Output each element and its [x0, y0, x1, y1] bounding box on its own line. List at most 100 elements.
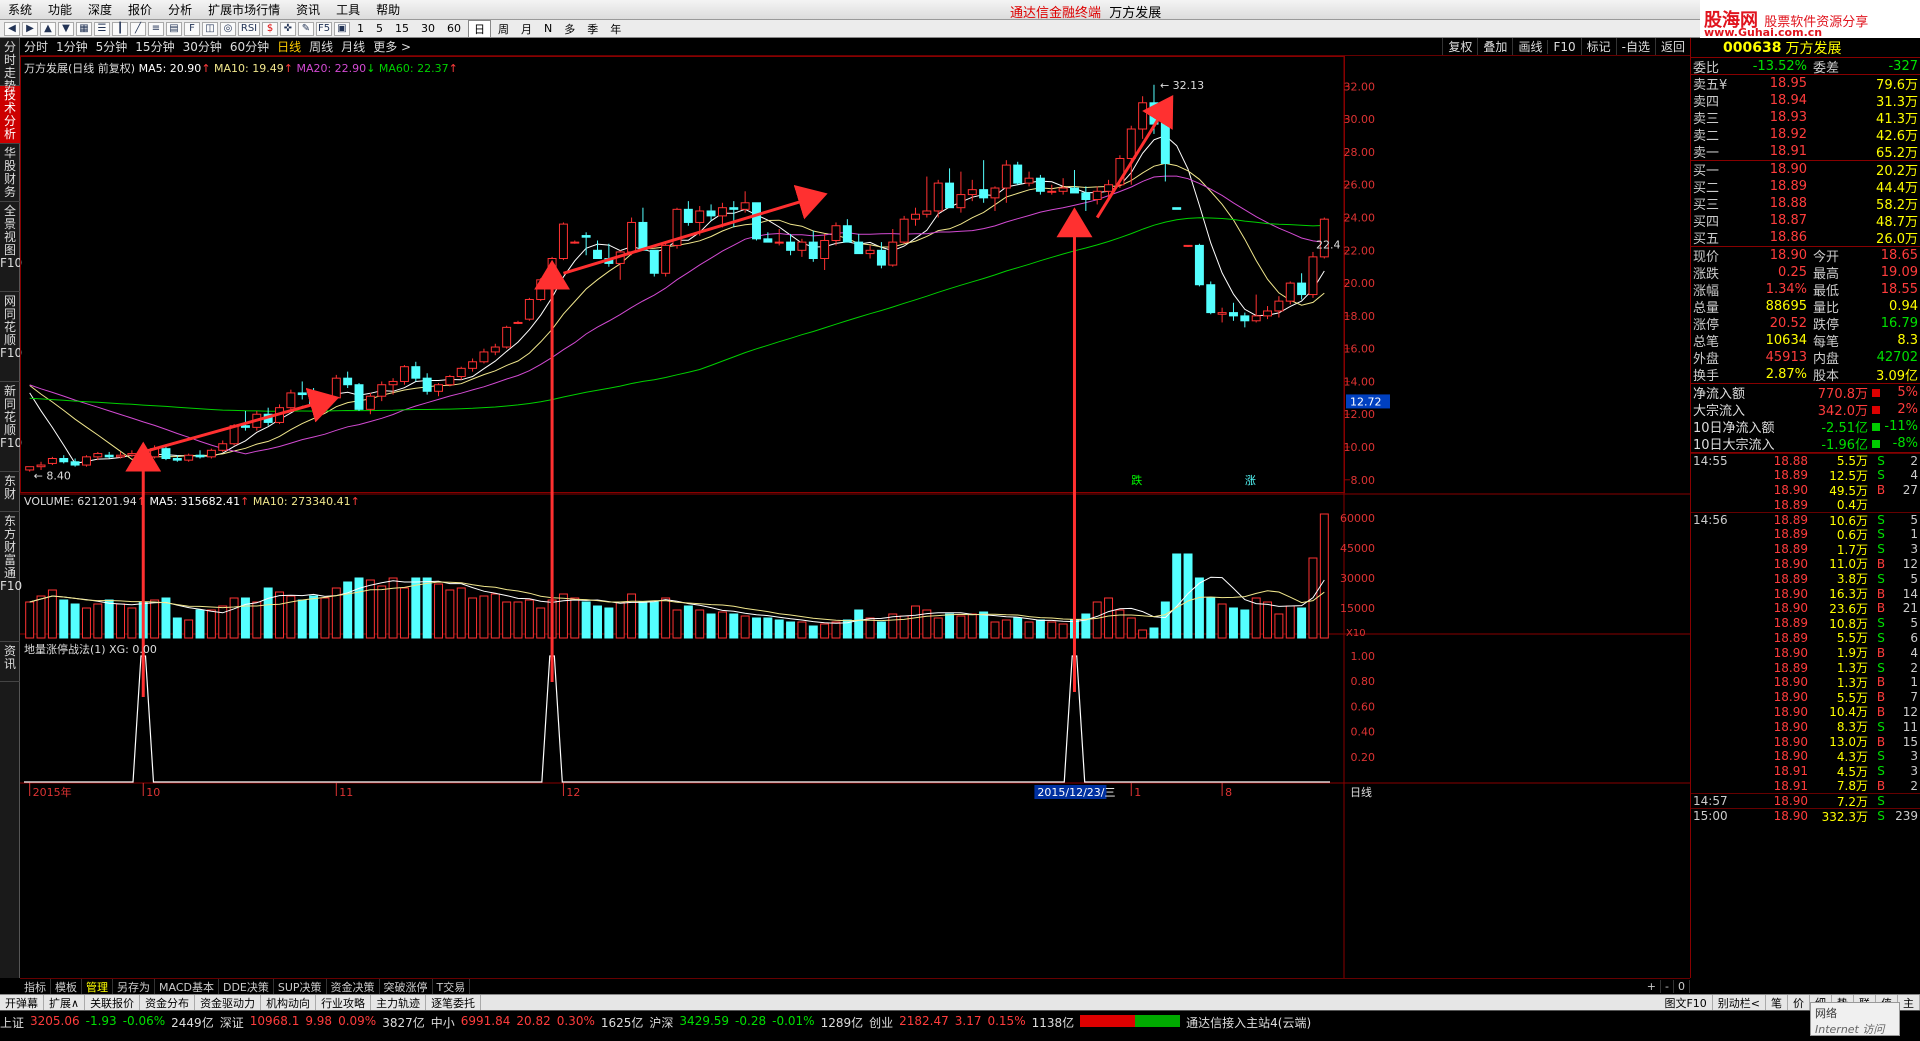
tab-weekly[interactable]: 周线: [305, 38, 337, 55]
tab-danmu[interactable]: 开弹幕: [0, 994, 44, 1011]
back-icon[interactable]: ◀: [4, 21, 20, 36]
nav-dc[interactable]: 东财: [0, 472, 20, 512]
tab-more[interactable]: 更多 >: [369, 38, 415, 55]
nav-panorama[interactable]: 全景视图F10: [0, 202, 22, 292]
chart-area[interactable]: 32.00 30.00 28.00 26.00 24.00 22.00 20.00 18.00…: [20, 56, 1690, 978]
rsi-icon[interactable]: RSI: [238, 21, 260, 36]
bid-row[interactable]: 买五 18.86 26.0万: [1691, 229, 1920, 247]
tab-pen[interactable]: 笔: [1766, 994, 1788, 1011]
nav-finance[interactable]: 华股财务: [0, 144, 20, 202]
tab-15min[interactable]: 15分钟: [131, 38, 178, 55]
grid-icon[interactable]: ▦: [76, 21, 92, 36]
btab-breakout[interactable]: 突破涨停: [380, 978, 433, 995]
tab-main[interactable]: 主: [1898, 994, 1920, 1011]
menu-item-ext-market[interactable]: 扩展市场行情: [200, 1, 288, 18]
nav-ths[interactable]: 网同花顺F10: [0, 292, 22, 382]
btab-t[interactable]: T交易: [433, 978, 471, 995]
hs-label[interactable]: 沪深: [649, 1014, 673, 1031]
table-icon[interactable]: ☰: [94, 21, 110, 36]
zoom-out-icon[interactable]: -: [1661, 980, 1674, 993]
indicator-icon[interactable]: ◎: [220, 21, 236, 36]
menu-item-quote[interactable]: 报价: [120, 1, 160, 18]
server-status[interactable]: 通达信接入主站4(云端): [1186, 1014, 1311, 1031]
tab-related[interactable]: 关联报价: [85, 994, 141, 1011]
menu-item-news[interactable]: 资讯: [288, 1, 328, 18]
draw-button[interactable]: 画线: [1512, 38, 1547, 55]
adjust-button[interactable]: 复权: [1442, 38, 1477, 55]
sz-label[interactable]: 深证: [220, 1014, 244, 1031]
btab-saveas[interactable]: 另存为: [113, 978, 155, 995]
tab-60min[interactable]: 60分钟: [226, 38, 273, 55]
period-60min[interactable]: 60: [442, 22, 466, 35]
zoom-in-icon[interactable]: +: [1643, 980, 1662, 993]
kline-chart[interactable]: 32.0030.0028.0026.0024.0022.0020.0018.00…: [20, 56, 1690, 978]
menu-item-function[interactable]: 功能: [40, 1, 80, 18]
up-icon[interactable]: ▲: [40, 21, 56, 36]
btab-dde[interactable]: DDE决策: [219, 978, 274, 995]
tab-industry[interactable]: 行业攻略: [316, 994, 372, 1011]
tab-main-track[interactable]: 主力轨迹: [371, 994, 427, 1011]
network-popup[interactable]: 网络 Internet 访问: [1810, 1002, 1900, 1036]
tab-monthly[interactable]: 月线: [337, 38, 369, 55]
tab-5min[interactable]: 5分钟: [92, 38, 132, 55]
menu-item-depth[interactable]: 深度: [80, 1, 120, 18]
ask-row[interactable]: 卖二 18.92 42.6万: [1691, 126, 1920, 144]
layout-icon[interactable]: ▣: [334, 21, 350, 36]
watchlist-button[interactable]: -自选: [1615, 38, 1655, 55]
f5-icon[interactable]: F5: [316, 21, 332, 36]
sh-label[interactable]: 上证: [0, 1014, 24, 1031]
line-icon[interactable]: ╱: [130, 21, 146, 36]
tab-side-bar[interactable]: 别动栏<: [1713, 994, 1766, 1011]
btab-template[interactable]: 模板: [51, 978, 82, 995]
menu-item-system[interactable]: 系统: [0, 1, 40, 18]
nav-technical[interactable]: 技术分析: [0, 86, 20, 144]
tab-fund-dist[interactable]: 资金分布: [140, 994, 196, 1011]
tab-30min[interactable]: 30分钟: [179, 38, 226, 55]
forward-icon[interactable]: ▶: [22, 21, 38, 36]
ask-row[interactable]: 卖四 18.94 31.3万: [1691, 92, 1920, 110]
period-15min[interactable]: 15: [390, 22, 414, 35]
bid-row[interactable]: 买二 18.89 44.4万: [1691, 178, 1920, 196]
tab-daily[interactable]: 日线: [273, 38, 305, 55]
btab-fund[interactable]: 资金决策: [327, 978, 380, 995]
zx-label[interactable]: 中小: [431, 1014, 455, 1031]
btab-macd[interactable]: MACD基本: [155, 978, 219, 995]
f10-icon[interactable]: F: [184, 21, 200, 36]
btab-sup[interactable]: SUP决策: [274, 978, 327, 995]
tab-order-detail[interactable]: 逐笔委托: [426, 994, 482, 1011]
period-year[interactable]: 年: [605, 21, 626, 37]
menu-item-help[interactable]: 帮助: [368, 1, 408, 18]
menu-item-analysis[interactable]: 分析: [160, 1, 200, 18]
menu-item-tools[interactable]: 工具: [328, 1, 368, 18]
ask-row[interactable]: 卖一 18.91 65.2万: [1691, 143, 1920, 161]
pencil-icon[interactable]: ✎: [298, 21, 314, 36]
list-icon[interactable]: ≡: [148, 21, 164, 36]
tab-fund-drive[interactable]: 资金驱动力: [195, 994, 262, 1011]
period-1min[interactable]: 1: [352, 22, 369, 35]
tab-price[interactable]: 价: [1788, 994, 1810, 1011]
bid-row[interactable]: 买三 18.88 58.2万: [1691, 195, 1920, 213]
return-button[interactable]: 返回: [1654, 38, 1690, 55]
period-multi[interactable]: 多: [559, 21, 580, 37]
nav-news[interactable]: 资讯: [0, 642, 20, 682]
btab-indicator[interactable]: 指标: [20, 978, 51, 995]
period-quarter[interactable]: 季: [582, 21, 603, 37]
period-day[interactable]: 日: [468, 19, 491, 38]
money-icon[interactable]: $: [262, 21, 278, 36]
report-icon[interactable]: ▤: [166, 21, 182, 36]
tab-expand[interactable]: 扩展∧: [44, 994, 86, 1011]
ask-row[interactable]: 卖五¥ 18.95 79.6万: [1691, 75, 1920, 93]
tab-1min[interactable]: 1分钟: [52, 38, 92, 55]
bid-row[interactable]: 买四 18.87 48.7万: [1691, 212, 1920, 230]
mark-button[interactable]: 标记: [1580, 38, 1616, 55]
period-n[interactable]: N: [539, 22, 557, 35]
period-week[interactable]: 周: [493, 21, 514, 37]
down-icon[interactable]: ▼: [58, 21, 74, 36]
period-5min[interactable]: 5: [371, 22, 388, 35]
reset-icon[interactable]: 0: [1674, 980, 1690, 993]
tab-intraday[interactable]: 分时: [20, 38, 52, 55]
tab-f10-text[interactable]: 图文F10: [1659, 994, 1713, 1011]
nav-intraday[interactable]: 分时走势: [0, 38, 20, 93]
tab-institution[interactable]: 机构动向: [261, 994, 317, 1011]
nav-eastmoney[interactable]: 东方财富通F10: [0, 512, 22, 642]
